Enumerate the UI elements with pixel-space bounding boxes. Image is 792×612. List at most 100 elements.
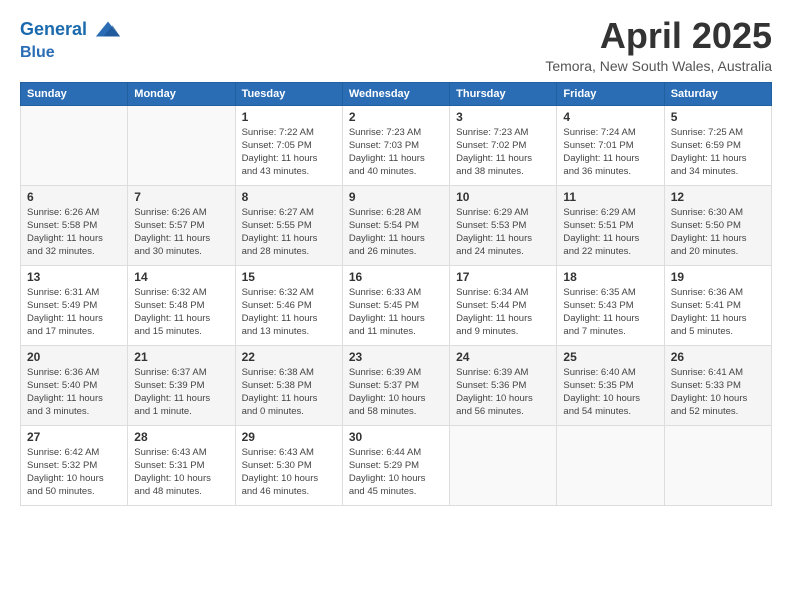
day-number: 10 (456, 190, 550, 204)
day-detail: Sunrise: 6:35 AM Sunset: 5:43 PM Dayligh… (563, 286, 657, 339)
day-detail: Sunrise: 7:25 AM Sunset: 6:59 PM Dayligh… (671, 126, 765, 179)
day-number: 27 (27, 430, 121, 444)
calendar-cell: 17 Sunrise: 6:34 AM Sunset: 5:44 PM Dayli… (450, 265, 557, 345)
day-detail: Sunrise: 7:24 AM Sunset: 7:01 PM Dayligh… (563, 126, 657, 179)
logo-icon (94, 16, 122, 44)
calendar-cell: 15 Sunrise: 6:32 AM Sunset: 5:46 PM Dayli… (235, 265, 342, 345)
day-number: 1 (242, 110, 336, 124)
day-number: 29 (242, 430, 336, 444)
day-number: 9 (349, 190, 443, 204)
day-detail: Sunrise: 6:28 AM Sunset: 5:54 PM Dayligh… (349, 206, 443, 259)
day-number: 24 (456, 350, 550, 364)
calendar-cell: 25Sunrise: 6:40 AM Sunset: 5:35 PM Dayli… (557, 345, 664, 425)
calendar-cell: 28Sunrise: 6:43 AM Sunset: 5:31 PM Dayli… (128, 425, 235, 505)
day-detail: Sunrise: 6:34 AM Sunset: 5:44 PM Dayligh… (456, 286, 550, 339)
day-number: 25 (563, 350, 657, 364)
day-detail: Sunrise: 6:36 AM Sunset: 5:41 PM Dayligh… (671, 286, 765, 339)
day-detail: Sunrise: 7:23 AM Sunset: 7:02 PM Dayligh… (456, 126, 550, 179)
calendar-cell: 10 Sunrise: 6:29 AM Sunset: 5:53 PM Dayli… (450, 185, 557, 265)
page-header: General Blue April 2025 Temora, New Sout… (20, 16, 772, 74)
day-detail: Sunrise: 6:29 AM Sunset: 5:53 PM Dayligh… (456, 206, 550, 259)
day-number: 4 (563, 110, 657, 124)
calendar-week-row: 27 Sunrise: 6:42 AM Sunset: 5:32 PM Dayli… (21, 425, 772, 505)
calendar-week-row: 20 Sunrise: 6:36 AM Sunset: 5:40 PM Dayli… (21, 345, 772, 425)
calendar-cell: 19 Sunrise: 6:36 AM Sunset: 5:41 PM Dayli… (664, 265, 771, 345)
calendar-cell: 14 Sunrise: 6:32 AM Sunset: 5:48 PM Dayli… (128, 265, 235, 345)
weekday-header-thursday: Thursday (450, 82, 557, 105)
calendar-cell: 16 Sunrise: 6:33 AM Sunset: 5:45 PM Dayli… (342, 265, 449, 345)
day-number: 19 (671, 270, 765, 284)
day-number: 8 (242, 190, 336, 204)
day-detail: Sunrise: 7:22 AM Sunset: 7:05 PM Dayligh… (242, 126, 336, 179)
weekday-header-tuesday: Tuesday (235, 82, 342, 105)
day-number: 23 (349, 350, 443, 364)
calendar-cell: 18Sunrise: 6:35 AM Sunset: 5:43 PM Dayli… (557, 265, 664, 345)
day-detail: Sunrise: 6:39 AM Sunset: 5:36 PM Dayligh… (456, 366, 550, 419)
logo-blue-text: Blue (20, 44, 122, 62)
calendar-week-row: 13Sunrise: 6:31 AM Sunset: 5:49 PM Dayli… (21, 265, 772, 345)
day-detail: Sunrise: 6:36 AM Sunset: 5:40 PM Dayligh… (27, 366, 121, 419)
day-number: 15 (242, 270, 336, 284)
day-detail: Sunrise: 6:41 AM Sunset: 5:33 PM Dayligh… (671, 366, 765, 419)
day-number: 22 (242, 350, 336, 364)
logo: General Blue (20, 16, 122, 62)
calendar-table: SundayMondayTuesdayWednesdayThursdayFrid… (20, 82, 772, 506)
calendar-cell: 3Sunrise: 7:23 AM Sunset: 7:02 PM Daylig… (450, 105, 557, 185)
day-number: 7 (134, 190, 228, 204)
calendar-cell: 20 Sunrise: 6:36 AM Sunset: 5:40 PM Dayli… (21, 345, 128, 425)
weekday-header-sunday: Sunday (21, 82, 128, 105)
day-number: 11 (563, 190, 657, 204)
calendar-week-row: 1 Sunrise: 7:22 AM Sunset: 7:05 PM Daylig… (21, 105, 772, 185)
day-detail: Sunrise: 6:38 AM Sunset: 5:38 PM Dayligh… (242, 366, 336, 419)
calendar-cell: 9 Sunrise: 6:28 AM Sunset: 5:54 PM Daylig… (342, 185, 449, 265)
calendar-cell: 11 Sunrise: 6:29 AM Sunset: 5:51 PM Dayli… (557, 185, 664, 265)
day-number: 26 (671, 350, 765, 364)
calendar-cell: 22 Sunrise: 6:38 AM Sunset: 5:38 PM Dayli… (235, 345, 342, 425)
day-number: 16 (349, 270, 443, 284)
weekday-header-row: SundayMondayTuesdayWednesdayThursdayFrid… (21, 82, 772, 105)
day-detail: Sunrise: 6:43 AM Sunset: 5:30 PM Dayligh… (242, 446, 336, 499)
day-detail: Sunrise: 6:33 AM Sunset: 5:45 PM Dayligh… (349, 286, 443, 339)
calendar-cell (21, 105, 128, 185)
day-detail: Sunrise: 6:42 AM Sunset: 5:32 PM Dayligh… (27, 446, 121, 499)
calendar-cell: 2Sunrise: 7:23 AM Sunset: 7:03 PM Daylig… (342, 105, 449, 185)
weekday-header-saturday: Saturday (664, 82, 771, 105)
calendar-cell: 7 Sunrise: 6:26 AM Sunset: 5:57 PM Daylig… (128, 185, 235, 265)
calendar-cell: 6 Sunrise: 6:26 AM Sunset: 5:58 PM Daylig… (21, 185, 128, 265)
calendar-cell: 12Sunrise: 6:30 AM Sunset: 5:50 PM Dayli… (664, 185, 771, 265)
day-number: 20 (27, 350, 121, 364)
calendar-cell (664, 425, 771, 505)
calendar-week-row: 6 Sunrise: 6:26 AM Sunset: 5:58 PM Daylig… (21, 185, 772, 265)
calendar-cell: 29 Sunrise: 6:43 AM Sunset: 5:30 PM Dayli… (235, 425, 342, 505)
weekday-header-wednesday: Wednesday (342, 82, 449, 105)
calendar-cell (128, 105, 235, 185)
day-detail: Sunrise: 6:43 AM Sunset: 5:31 PM Dayligh… (134, 446, 228, 499)
calendar-cell: 21Sunrise: 6:37 AM Sunset: 5:39 PM Dayli… (128, 345, 235, 425)
day-detail: Sunrise: 6:44 AM Sunset: 5:29 PM Dayligh… (349, 446, 443, 499)
logo-text: General (20, 16, 122, 44)
day-number: 13 (27, 270, 121, 284)
day-number: 17 (456, 270, 550, 284)
day-number: 14 (134, 270, 228, 284)
day-number: 5 (671, 110, 765, 124)
day-number: 21 (134, 350, 228, 364)
title-section: April 2025 Temora, New South Wales, Aust… (545, 16, 772, 74)
day-detail: Sunrise: 6:39 AM Sunset: 5:37 PM Dayligh… (349, 366, 443, 419)
calendar-cell: 23 Sunrise: 6:39 AM Sunset: 5:37 PM Dayli… (342, 345, 449, 425)
day-number: 2 (349, 110, 443, 124)
day-detail: Sunrise: 6:27 AM Sunset: 5:55 PM Dayligh… (242, 206, 336, 259)
day-detail: Sunrise: 6:26 AM Sunset: 5:57 PM Dayligh… (134, 206, 228, 259)
day-number: 30 (349, 430, 443, 444)
weekday-header-friday: Friday (557, 82, 664, 105)
location-title: Temora, New South Wales, Australia (545, 58, 772, 74)
day-detail: Sunrise: 6:26 AM Sunset: 5:58 PM Dayligh… (27, 206, 121, 259)
day-detail: Sunrise: 6:32 AM Sunset: 5:48 PM Dayligh… (134, 286, 228, 339)
month-title: April 2025 (545, 16, 772, 56)
day-number: 6 (27, 190, 121, 204)
calendar-cell: 13Sunrise: 6:31 AM Sunset: 5:49 PM Dayli… (21, 265, 128, 345)
day-detail: Sunrise: 6:29 AM Sunset: 5:51 PM Dayligh… (563, 206, 657, 259)
calendar-cell: 24 Sunrise: 6:39 AM Sunset: 5:36 PM Dayli… (450, 345, 557, 425)
weekday-header-monday: Monday (128, 82, 235, 105)
calendar-cell: 4 Sunrise: 7:24 AM Sunset: 7:01 PM Daylig… (557, 105, 664, 185)
day-detail: Sunrise: 6:32 AM Sunset: 5:46 PM Dayligh… (242, 286, 336, 339)
